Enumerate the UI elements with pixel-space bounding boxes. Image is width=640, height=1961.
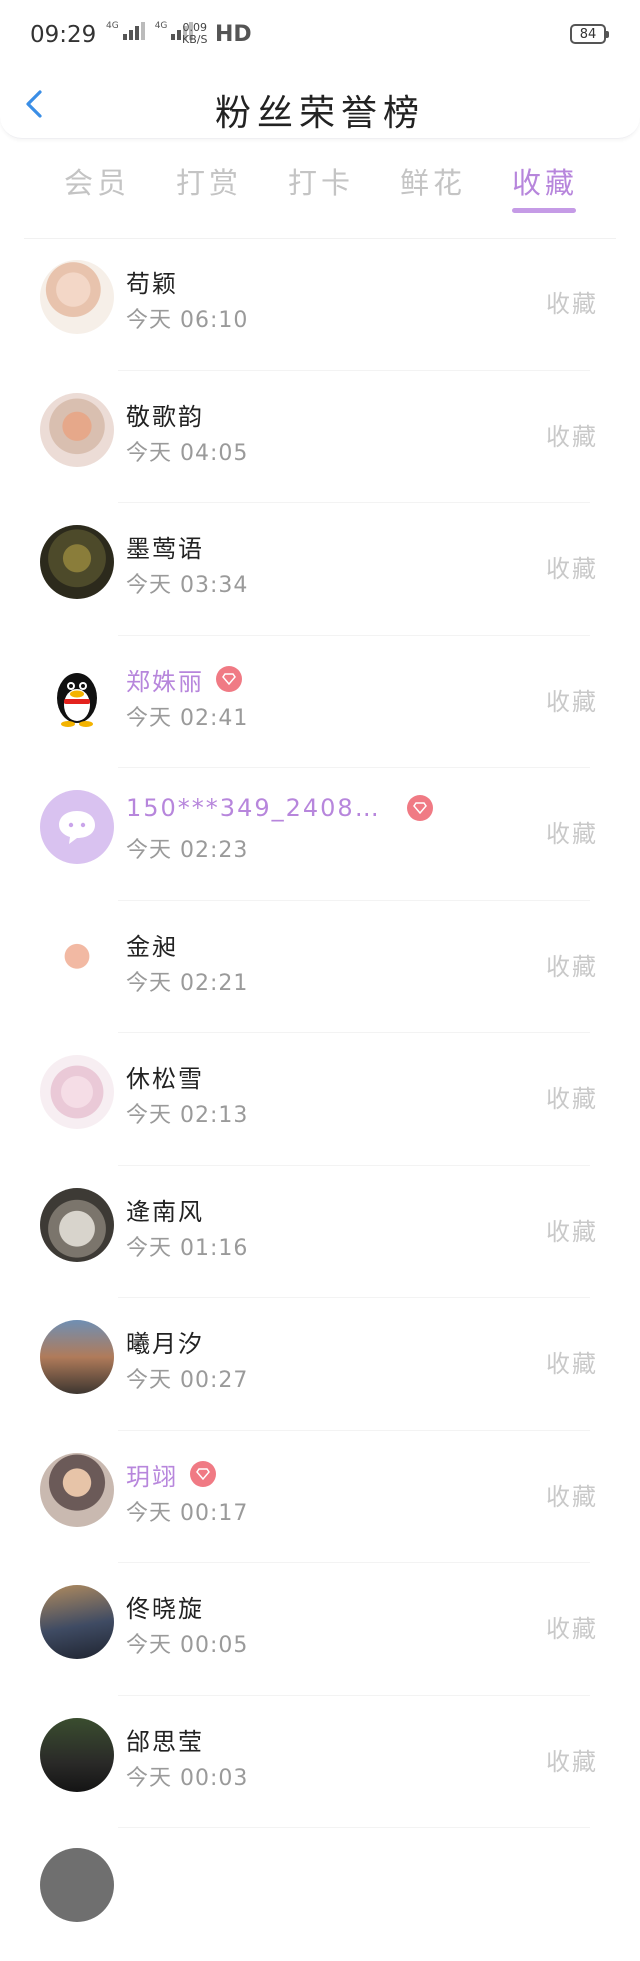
collect-time: 今天 00:27 [126,1368,249,1393]
avatar[interactable] [40,790,114,864]
favorite-label: 收藏 [546,1482,598,1511]
list-item[interactable] [0,1828,640,1961]
status-bar: 09:29 4G 4G 0.09 KB/S HD 84 [0,0,640,72]
favorite-label: 收藏 [546,820,598,848]
avatar[interactable] [40,1717,114,1792]
diamond-icon [216,666,242,692]
user-name: 佟晓旋 [126,1595,204,1623]
network-speed-unit: KB/S [182,33,208,46]
favorite-label: 收藏 [546,290,598,318]
collect-time: 今天 02:13 [126,1103,249,1128]
user-name: 玥翊 [126,1462,178,1491]
user-name: 苟颖 [126,270,178,298]
favorite-label: 收藏 [546,1747,598,1776]
active-tab-indicator [512,208,576,213]
tab-bar: 会员 打赏 打卡 鲜花 收藏 [0,150,640,220]
status-time: 09:29 [30,22,97,48]
app-header: 粉丝荣誉榜 [0,72,640,139]
page-title: 粉丝荣誉榜 [214,93,425,134]
net-type-label: 4G [106,21,119,31]
avatar[interactable] [40,922,114,997]
avatar[interactable] [40,1320,114,1394]
list-item[interactable]: 休松雪 今天 02:13 收藏 [0,1033,640,1166]
user-name: 金昶 [126,932,178,961]
diamond-icon [406,795,433,821]
favorite-label: 收藏 [546,687,598,716]
collect-time: 今天 00:03 [126,1765,249,1791]
favorite-label: 收藏 [546,422,598,451]
list-item[interactable]: 逄南风 今天 01:16 收藏 [0,1166,640,1298]
net-type-label: 4G [154,21,168,31]
avatar[interactable] [40,1848,114,1922]
favorite-label: 收藏 [546,555,598,583]
user-name: 150***349_2408… [126,794,381,822]
favorite-label: 收藏 [546,1085,598,1113]
favorite-label: 收藏 [546,1350,598,1378]
avatar[interactable] [40,392,114,467]
collect-time: 今天 02:23 [126,838,249,863]
battery-tip [606,31,609,38]
avatar[interactable] [40,1187,114,1262]
list-item[interactable]: 玥翊 今天 00:17 收藏 [0,1431,640,1563]
user-name: 墨莺语 [126,535,204,563]
collect-time: 今天 00:05 [126,1633,249,1658]
list-item[interactable]: 佟晓旋 今天 00:05 收藏 [0,1563,640,1696]
battery-level: 84 [579,26,597,42]
fan-list: 苟颖 今天 06:10 收藏 敬歌韵 今天 04:05 收藏 墨莺语 今天 03… [0,238,640,1961]
tab-favorites[interactable]: 收藏 [512,160,578,202]
avatar[interactable] [40,1452,114,1527]
tab-member[interactable]: 会员 [64,160,130,202]
user-name: 曦月汐 [126,1330,204,1358]
collect-time: 今天 03:34 [126,573,249,598]
collect-time: 今天 01:16 [126,1235,249,1261]
user-name: 休松雪 [126,1065,204,1093]
list-item[interactable]: 苟颖 今天 06:10 收藏 [0,238,640,371]
list-item[interactable]: 邰思莹 今天 00:03 收藏 [0,1696,640,1828]
collect-time: 今天 00:17 [126,1500,249,1526]
list-item[interactable]: 150***349_2408… 今天 02:23 收藏 [0,768,640,901]
collect-time: 今天 02:41 [126,705,249,731]
diamond-icon [190,1461,216,1487]
user-name: 逄南风 [126,1197,204,1226]
collect-time: 今天 02:21 [126,970,249,996]
collect-time: 今天 04:05 [126,440,249,466]
list-item[interactable]: 金昶 今天 02:21 收藏 [0,901,640,1033]
avatar[interactable] [40,525,114,599]
battery-icon: 84 [570,24,606,44]
tab-flowers[interactable]: 鲜花 [400,160,466,202]
penguin-icon [57,672,97,727]
chat-bubble-icon [59,811,95,844]
favorite-label: 收藏 [546,1615,598,1643]
favorite-label: 收藏 [546,952,598,981]
list-item[interactable]: 曦月汐 今天 00:27 收藏 [0,1298,640,1431]
user-name: 敬歌韵 [126,402,204,431]
hd-voice-indicator: HD [215,22,252,47]
collect-time: 今天 06:10 [126,308,249,333]
avatar[interactable] [40,1585,114,1659]
list-item[interactable]: 敬歌韵 今天 04:05 收藏 [0,371,640,503]
user-name: 郑姝丽 [126,667,204,696]
tab-tip[interactable]: 打赏 [176,160,242,202]
user-name: 邰思莹 [126,1727,204,1756]
avatar[interactable] [40,657,114,732]
list-item[interactable]: 郑姝丽 今天 02:41 收藏 [0,636,640,768]
avatar[interactable] [40,260,114,334]
network-speed: 0.09 KB/S [182,22,207,46]
avatar[interactable] [40,1055,114,1129]
list-item[interactable]: 墨莺语 今天 03:34 收藏 [0,503,640,636]
favorite-label: 收藏 [546,1217,598,1246]
tab-checkin[interactable]: 打卡 [288,160,354,202]
